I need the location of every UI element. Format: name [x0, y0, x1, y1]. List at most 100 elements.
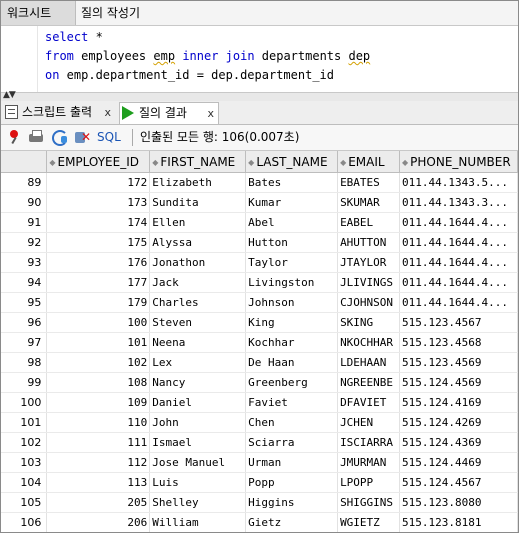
employee-id-cell[interactable]: 179 [46, 292, 151, 313]
last-name-cell[interactable]: Johnson [245, 292, 339, 313]
first-name-cell[interactable]: Elizabeth [149, 172, 247, 193]
employee-id-cell[interactable]: 102 [46, 352, 151, 373]
last-name-cell[interactable]: Kumar [245, 192, 339, 213]
phone-number-cell[interactable]: 011.44.1644.4... [399, 252, 518, 273]
email-cell[interactable]: LDEHAAN [337, 352, 401, 373]
email-cell[interactable]: NGREENBE [337, 372, 401, 393]
phone-number-cell[interactable]: 011.44.1644.4... [399, 272, 518, 293]
employee-id-cell[interactable]: 206 [46, 512, 151, 532]
last-name-cell[interactable]: Popp [245, 472, 339, 493]
email-cell[interactable]: JMURMAN [337, 452, 401, 473]
last-name-cell[interactable]: King [245, 312, 339, 333]
cancel-query-icon[interactable] [75, 129, 91, 145]
last-name-cell[interactable]: Hutton [245, 232, 339, 253]
table-row[interactable]: 103 112 Jose Manuel Urman JMURMAN 515.124.446… [1, 452, 518, 473]
first-name-cell[interactable]: Neena [149, 332, 247, 353]
employee-id-cell[interactable]: 110 [46, 412, 151, 433]
first-name-cell[interactable]: Sundita [149, 192, 247, 213]
first-name-cell[interactable]: Jonathon [149, 252, 247, 273]
last-name-cell[interactable]: Greenberg [245, 372, 339, 393]
employee-id-cell[interactable]: 112 [46, 452, 151, 473]
last-name-cell[interactable]: Taylor [245, 252, 339, 273]
tab-query-builder[interactable]: 질의 작성기 [75, 1, 146, 25]
last-name-cell[interactable]: Livingston [245, 272, 339, 293]
table-row[interactable]: 100 109 Daniel Faviet DFAVIET 515.124.4169 [1, 392, 518, 413]
employee-id-cell[interactable]: 172 [46, 172, 151, 193]
email-cell[interactable]: NKOCHHAR [337, 332, 401, 353]
tab-worksheet[interactable]: 워크시트 [1, 1, 76, 25]
email-cell[interactable]: CJOHNSON [337, 292, 401, 313]
phone-number-cell[interactable]: 515.123.4567 [399, 312, 518, 333]
employee-id-cell[interactable]: 175 [46, 232, 151, 253]
phone-number-cell[interactable]: 515.124.4567 [399, 472, 518, 493]
column-header-last-name[interactable]: ◆ LAST_NAME [245, 151, 339, 173]
email-cell[interactable]: JLIVINGS [337, 272, 401, 293]
last-name-cell[interactable]: Higgins [245, 492, 339, 513]
table-row[interactable]: 90 173 Sundita Kumar SKUMAR 011.44.1343.3... [1, 192, 518, 213]
print-icon[interactable] [28, 129, 44, 145]
employee-id-cell[interactable]: 108 [46, 372, 151, 393]
last-name-cell[interactable]: Gietz [245, 512, 339, 532]
last-name-cell[interactable]: Bates [245, 172, 339, 193]
phone-number-cell[interactable]: 515.124.4369 [399, 432, 518, 453]
last-name-cell[interactable]: De Haan [245, 352, 339, 373]
sort-icon[interactable]: ◆ [248, 158, 254, 167]
employee-id-cell[interactable]: 109 [46, 392, 151, 413]
close-icon[interactable]: x [207, 103, 214, 124]
email-cell[interactable]: JTAYLOR [337, 252, 401, 273]
sort-icon[interactable]: ◆ [340, 158, 346, 167]
column-header-email[interactable]: ◆ EMAIL [337, 151, 401, 173]
phone-number-cell[interactable]: 515.124.4269 [399, 412, 518, 433]
first-name-cell[interactable]: Jack [149, 272, 247, 293]
first-name-cell[interactable]: Ellen [149, 212, 247, 233]
employee-id-cell[interactable]: 174 [46, 212, 151, 233]
table-row[interactable]: 104 113 Luis Popp LPOPP 515.124.4567 [1, 472, 518, 493]
close-icon[interactable]: x [104, 102, 111, 123]
employee-id-cell[interactable]: 176 [46, 252, 151, 273]
refresh-icon[interactable] [51, 129, 68, 146]
first-name-cell[interactable]: Nancy [149, 372, 247, 393]
sql-button[interactable]: SQL [97, 129, 121, 145]
first-name-cell[interactable]: Steven [149, 312, 247, 333]
employee-id-cell[interactable]: 173 [46, 192, 151, 213]
column-header-employee-id[interactable]: ◆ EMPLOYEE_ID [46, 151, 151, 173]
last-name-cell[interactable]: Faviet [245, 392, 339, 413]
table-row[interactable]: 91 174 Ellen Abel EABEL 011.44.1644.4... [1, 212, 518, 233]
table-row[interactable]: 99 108 Nancy Greenberg NGREENBE 515.124.4569 [1, 372, 518, 393]
employee-id-cell[interactable]: 101 [46, 332, 151, 353]
tab-query-result[interactable]: 질의 결과 x [119, 102, 219, 124]
phone-number-cell[interactable]: 515.123.4569 [399, 352, 518, 373]
email-cell[interactable]: ISCIARRA [337, 432, 401, 453]
table-row[interactable]: 95 179 Charles Johnson CJOHNSON 011.44.1644.4… [1, 292, 518, 313]
phone-number-cell[interactable]: 011.44.1343.5... [399, 172, 518, 193]
first-name-cell[interactable]: Alyssa [149, 232, 247, 253]
last-name-cell[interactable]: Abel [245, 212, 339, 233]
phone-number-cell[interactable]: 515.123.8080 [399, 492, 518, 513]
first-name-cell[interactable]: Jose Manuel [149, 452, 247, 473]
phone-number-cell[interactable]: 011.44.1644.4... [399, 232, 518, 253]
first-name-cell[interactable]: Charles [149, 292, 247, 313]
email-cell[interactable]: LPOPP [337, 472, 401, 493]
result-grid[interactable]: ◆ EMPLOYEE_ID ◆ FIRST_NAME ◆ LAST_NAME ◆ EMAIL ◆… [1, 151, 518, 532]
last-name-cell[interactable]: Chen [245, 412, 339, 433]
sort-icon[interactable]: ◆ [49, 158, 55, 167]
employee-id-cell[interactable]: 113 [46, 472, 151, 493]
column-header-first-name[interactable]: ◆ FIRST_NAME [149, 151, 247, 173]
employee-id-cell[interactable]: 100 [46, 312, 151, 333]
table-row[interactable]: 105 205 Shelley Higgins SHIGGINS 515.123.8080 [1, 492, 518, 513]
email-cell[interactable]: JCHEN [337, 412, 401, 433]
table-row[interactable]: 89 172 Elizabeth Bates EBATES 011.44.1343.5..… [1, 172, 518, 193]
sql-code[interactable]: select * from employees emp inner join de… [45, 28, 370, 85]
first-name-cell[interactable]: Lex [149, 352, 247, 373]
phone-number-cell[interactable]: 011.44.1343.3... [399, 192, 518, 213]
employee-id-cell[interactable]: 177 [46, 272, 151, 293]
phone-number-cell[interactable]: 515.124.4569 [399, 372, 518, 393]
sort-icon[interactable]: ◆ [152, 158, 158, 167]
pin-icon[interactable] [6, 129, 22, 145]
first-name-cell[interactable]: Shelley [149, 492, 247, 513]
last-name-cell[interactable]: Urman [245, 452, 339, 473]
sort-icon[interactable]: ◆ [402, 158, 408, 167]
email-cell[interactable]: SHIGGINS [337, 492, 401, 513]
column-header-phone-number[interactable]: ◆ PHONE_NUMBER [399, 151, 518, 173]
email-cell[interactable]: DFAVIET [337, 392, 401, 413]
